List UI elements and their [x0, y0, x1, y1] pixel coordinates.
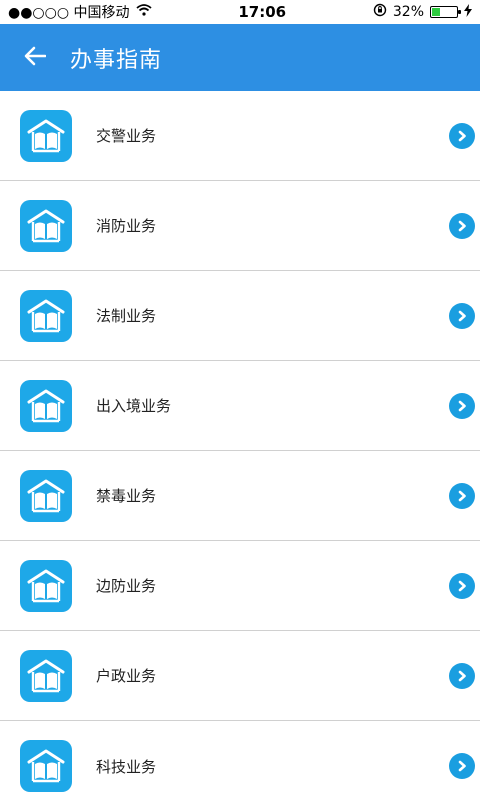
app-bar: 办事指南: [0, 24, 480, 91]
list-item[interactable]: 禁毒业务: [0, 451, 480, 541]
carrier-label: ●●○○○ 中国移动: [8, 5, 130, 21]
back-button[interactable]: [0, 24, 70, 91]
chevron-right-icon[interactable]: [449, 482, 475, 509]
arrow-left-icon: [24, 46, 47, 70]
book-house-icon: [20, 559, 72, 612]
chevron-right-icon[interactable]: [449, 392, 475, 419]
book-house-icon: [20, 469, 72, 522]
page-title: 办事指南: [70, 47, 163, 73]
book-house-icon: [20, 740, 72, 792]
list-item[interactable]: 边防业务: [0, 541, 480, 631]
status-left: ●●○○○ 中国移动: [8, 2, 152, 22]
list-item-label: 交警业务: [96, 127, 157, 145]
battery-icon: [430, 6, 461, 18]
status-time: 17:06: [238, 3, 287, 21]
chevron-right-icon[interactable]: [449, 572, 475, 599]
list-item-label: 出入境业务: [96, 397, 172, 415]
list-item[interactable]: 科技业务: [0, 721, 480, 811]
wifi-icon: [135, 4, 152, 20]
chevron-right-icon[interactable]: [449, 122, 475, 149]
service-list: 交警业务 消防业务 法制业务 出入境业务 禁毒业务 边防业务 户政业务 科技业务: [0, 91, 480, 811]
charging-icon: [464, 3, 472, 21]
list-item-label: 科技业务: [96, 757, 157, 776]
list-item[interactable]: 交警业务: [0, 91, 480, 181]
book-house-icon: [20, 109, 72, 162]
status-bar: ●●○○○ 中国移动 17:06 32%: [0, 0, 480, 24]
list-item[interactable]: 法制业务: [0, 271, 480, 361]
chevron-right-icon[interactable]: [449, 212, 475, 239]
list-item-label: 禁毒业务: [96, 487, 157, 505]
battery-percent: 32%: [392, 4, 424, 20]
list-item[interactable]: 消防业务: [0, 181, 480, 271]
book-house-icon: [20, 199, 72, 252]
chevron-right-icon[interactable]: [449, 662, 475, 689]
list-item-label: 户政业务: [96, 667, 157, 685]
list-item[interactable]: 出入境业务: [0, 361, 480, 451]
rotation-lock-icon: [373, 3, 387, 21]
status-right: 32%: [373, 3, 472, 21]
book-house-icon: [20, 649, 72, 702]
book-house-icon: [20, 289, 72, 342]
list-item[interactable]: 户政业务: [0, 631, 480, 721]
chevron-right-icon[interactable]: [449, 302, 475, 329]
list-item-label: 法制业务: [96, 307, 157, 325]
book-house-icon: [20, 379, 72, 432]
chevron-right-icon[interactable]: [449, 753, 475, 779]
list-item-label: 边防业务: [96, 577, 157, 595]
list-item-label: 消防业务: [96, 217, 157, 235]
